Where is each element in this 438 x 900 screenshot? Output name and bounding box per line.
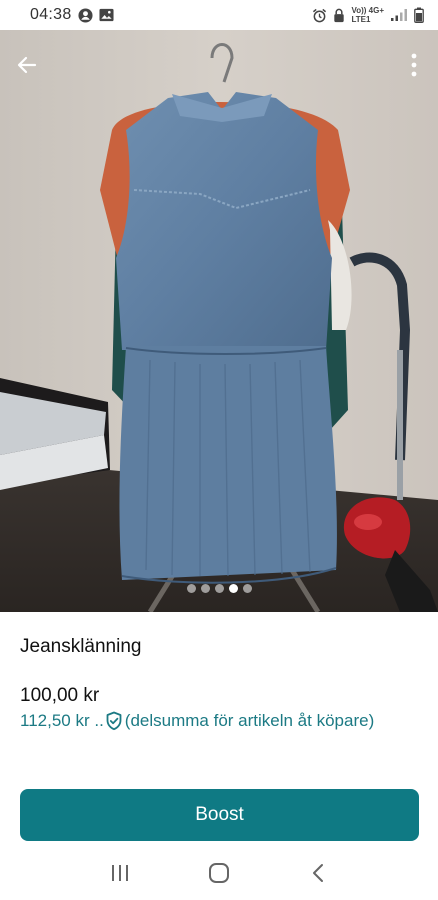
gallery-dot[interactable] [214, 584, 224, 593]
nav-back-icon [313, 864, 324, 882]
battery-icon [414, 7, 424, 23]
status-bar: 04:38 Vo)) 4G+ LTE1 [0, 0, 438, 30]
gallery-dot[interactable] [186, 584, 196, 593]
gallery-icon [99, 8, 114, 22]
alarm-icon [312, 8, 327, 23]
system-navigation-bar [0, 846, 438, 900]
account-icon [78, 7, 93, 23]
status-time: 04:38 [30, 6, 72, 23]
product-photo [0, 30, 438, 612]
recent-apps-icon [111, 865, 128, 881]
nav-home-button[interactable] [199, 853, 239, 893]
product-image-gallery[interactable] [0, 30, 438, 612]
shield-check-icon [105, 711, 123, 731]
status-left: 04:38 [30, 6, 114, 24]
more-options-button[interactable] [404, 48, 424, 82]
status-right: Vo)) 4G+ LTE1 [312, 6, 424, 24]
network-label-bottom: LTE1 [351, 15, 371, 24]
lock-icon [333, 8, 345, 23]
listing-price: 100,00 kr [20, 685, 100, 706]
gallery-pagination-dots [0, 584, 438, 593]
network-type-label: Vo)) 4G+ LTE1 [351, 6, 384, 24]
gallery-dot[interactable] [200, 584, 210, 593]
gallery-dot[interactable] [242, 584, 252, 593]
buyer-price-row[interactable]: 112,50 kr .. (delsumma för artikeln åt k… [20, 711, 374, 731]
listing-title: Jeansklänning [20, 636, 142, 657]
back-button[interactable] [10, 48, 44, 82]
more-vertical-icon [411, 53, 417, 77]
nav-recents-button[interactable] [100, 853, 140, 893]
buyer-price-note: (delsumma för artikeln åt köpare) [124, 711, 375, 730]
signal-icon [390, 8, 408, 22]
boost-button[interactable]: Boost [20, 789, 419, 841]
arrow-left-icon [17, 56, 37, 74]
nav-back-button[interactable] [298, 853, 338, 893]
gallery-dot[interactable] [228, 584, 238, 593]
network-label-top: Vo)) 4G+ [351, 6, 384, 15]
home-icon [208, 863, 229, 883]
buyer-price: 112,50 kr .. [20, 711, 104, 730]
